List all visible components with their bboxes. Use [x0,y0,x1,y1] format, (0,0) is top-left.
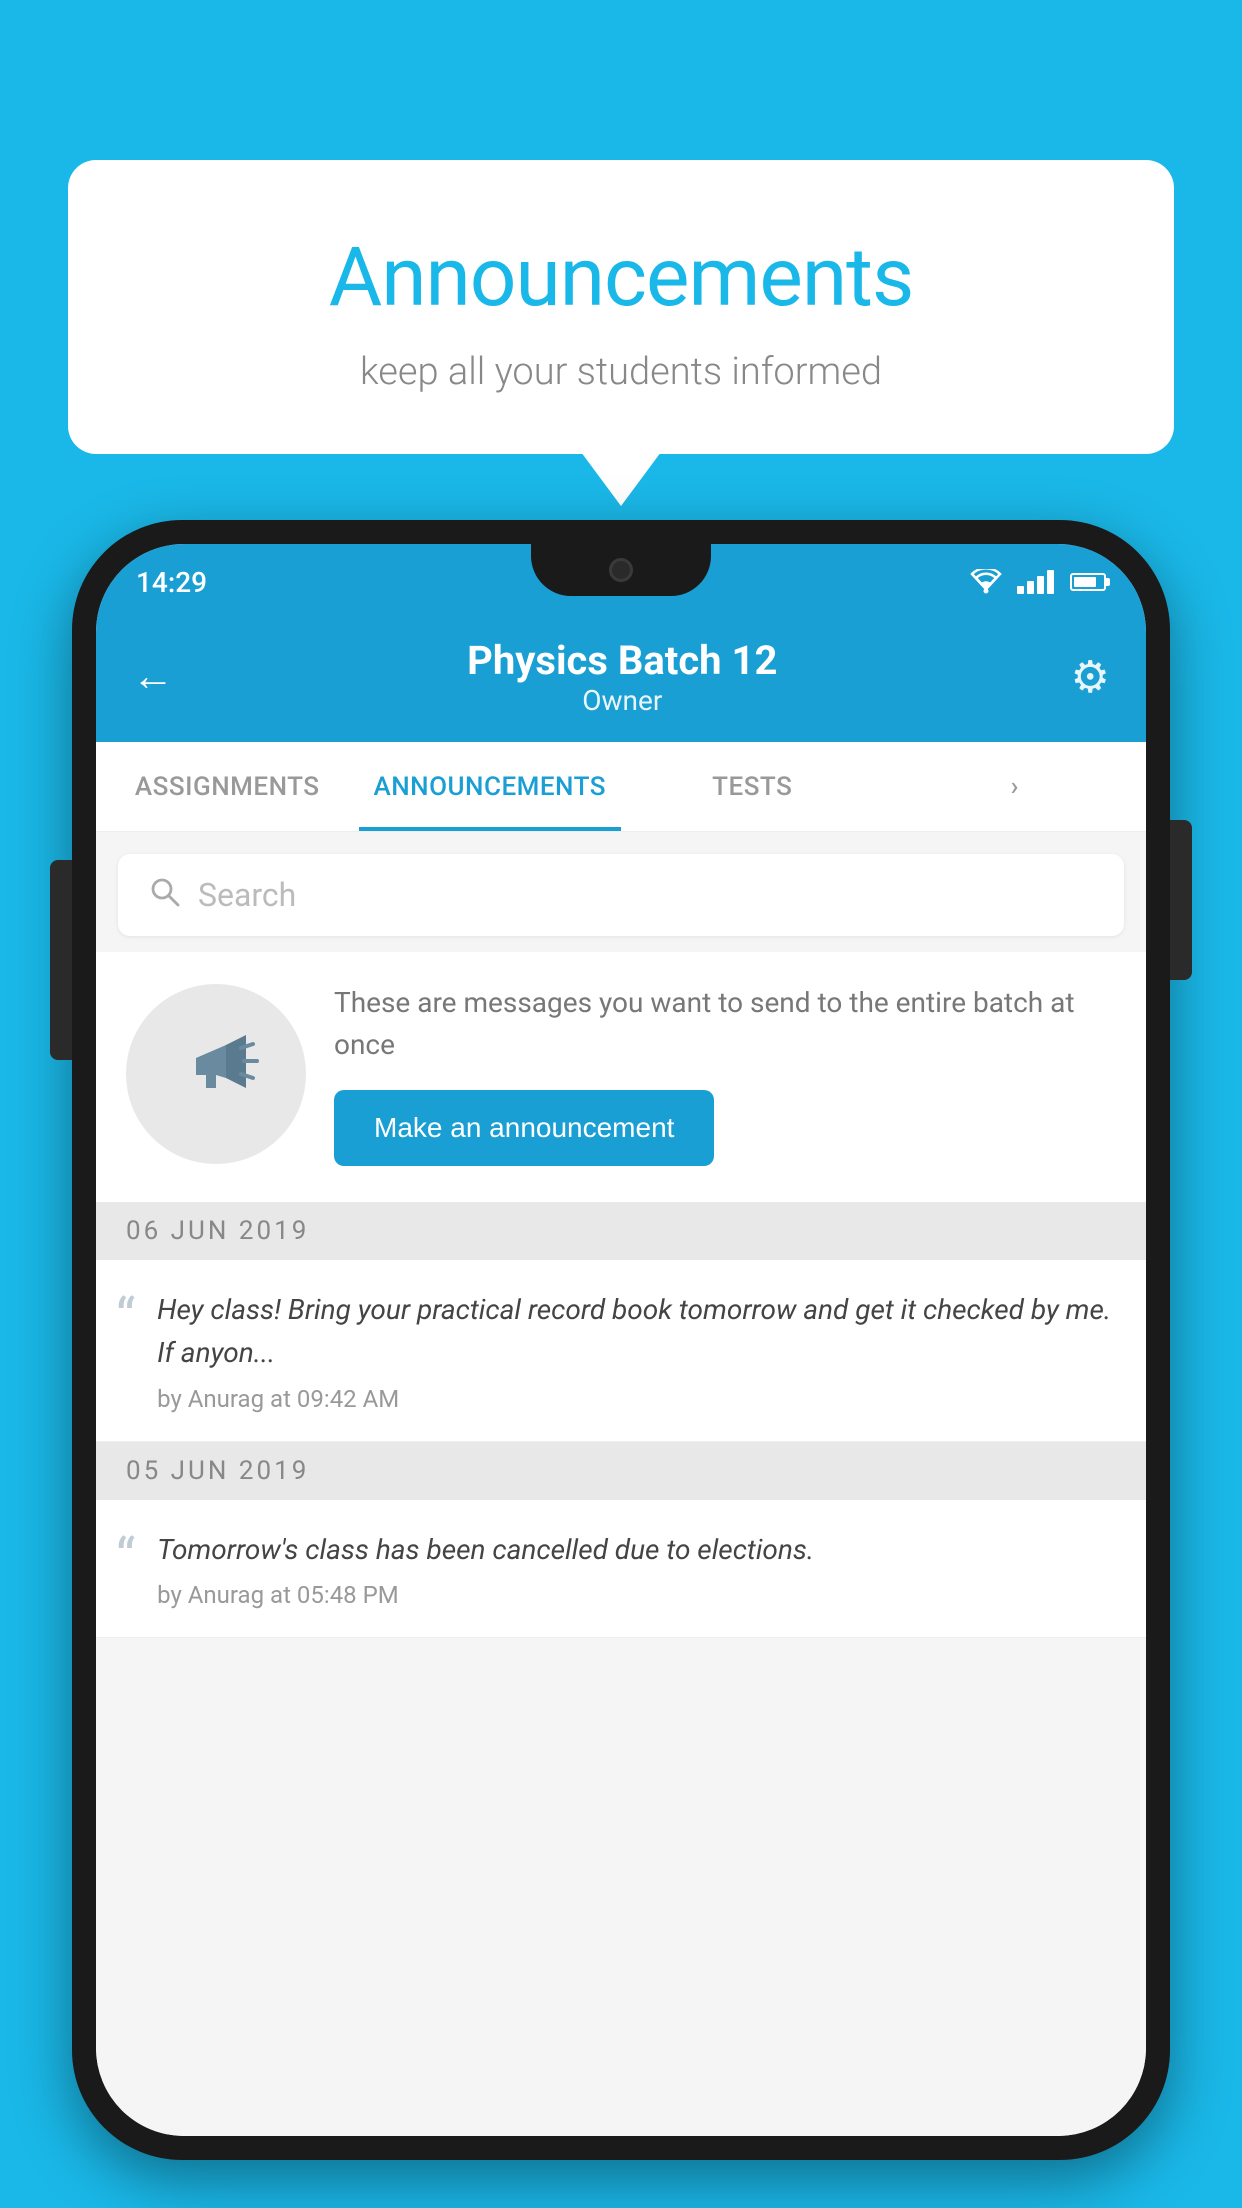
content-area: Search [96,832,1146,2136]
phone-screen: 14:29 [96,544,1146,2136]
announcement-item-1[interactable]: “ Hey class! Bring your practical record… [96,1260,1146,1442]
megaphone-avatar [126,984,306,1164]
speech-bubble: Announcements keep all your students inf… [68,160,1174,454]
camera [609,558,633,582]
promo-block: These are messages you want to send to t… [96,952,1146,1202]
phone: 14:29 [72,520,1170,2160]
announcements-heading: Announcements [148,230,1094,326]
phone-notch [531,544,711,596]
announcement-text-1: Hey class! Bring your practical record b… [157,1288,1116,1413]
announcement-item-2[interactable]: “ Tomorrow's class has been cancelled du… [96,1500,1146,1638]
promo-text-group: These are messages you want to send to t… [334,982,1116,1166]
speech-bubble-container: Announcements keep all your students inf… [68,160,1174,454]
back-button[interactable]: ← [132,656,174,698]
signal-icon [1017,570,1054,594]
promo-description: These are messages you want to send to t… [334,982,1116,1066]
megaphone-icon [171,1020,261,1128]
make-announcement-button[interactable]: Make an announcement [334,1090,714,1166]
announcement-meta-1: by Anurag at 09:42 AM [157,1385,1116,1413]
header-title-group: Physics Batch 12 Owner [467,637,777,717]
tab-assignments[interactable]: ASSIGNMENTS [96,742,359,831]
phone-outer: 14:29 [72,520,1170,2160]
search-bar[interactable]: Search [118,854,1124,936]
announcement-meta-2: by Anurag at 05:48 PM [157,1581,1116,1609]
tabs-bar: ASSIGNMENTS ANNOUNCEMENTS TESTS › [96,742,1146,832]
date-separator-1: 06 JUN 2019 [96,1202,1146,1260]
status-icons [969,569,1106,595]
announcement-message-2: Tomorrow's class has been cancelled due … [157,1528,1116,1571]
app-header: ← Physics Batch 12 Owner ⚙ [96,612,1146,742]
quote-icon-2: “ [116,1532,135,1586]
announcement-message-1: Hey class! Bring your practical record b… [157,1288,1116,1375]
battery-icon [1070,573,1106,591]
search-icon [148,875,180,916]
date-separator-2: 05 JUN 2019 [96,1442,1146,1500]
user-role: Owner [467,684,777,717]
tab-announcements[interactable]: ANNOUNCEMENTS [359,742,622,831]
quote-icon-1: “ [116,1292,135,1346]
wifi-icon [969,569,1003,595]
search-placeholder: Search [198,876,296,914]
batch-name: Physics Batch 12 [467,637,777,684]
announcement-text-2: Tomorrow's class has been cancelled due … [157,1528,1116,1609]
tab-more[interactable]: › [884,742,1147,831]
status-time: 14:29 [136,566,207,599]
tab-tests[interactable]: TESTS [621,742,884,831]
settings-icon[interactable]: ⚙ [1071,651,1110,703]
announcements-tagline: keep all your students informed [148,350,1094,394]
